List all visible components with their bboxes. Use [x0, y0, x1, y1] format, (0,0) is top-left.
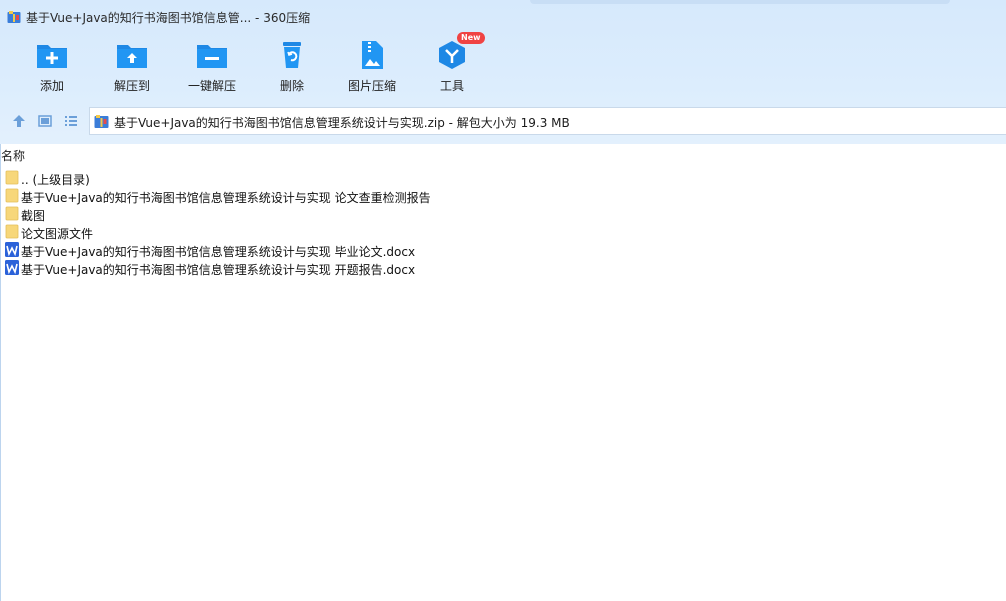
tools-button[interactable]: New 工具 — [412, 32, 492, 96]
window-top-strip — [530, 0, 950, 4]
list-item-name: 基于Vue+Java的知行书海图书馆信息管理系统设计与实现 论文查重检测报告 — [21, 191, 431, 205]
list-item[interactable]: .. (上级目录) — [1, 169, 481, 187]
file-list: .. (上级目录) 基于Vue+Java的知行书海图书馆信息管理系统设计与实现 … — [1, 169, 481, 277]
image-compress-icon — [362, 41, 383, 69]
tools-icon — [439, 41, 465, 69]
list-item[interactable]: 基于Vue+Java的知行书海图书馆信息管理系统设计与实现 论文查重检测报告 — [1, 187, 481, 205]
new-badge: New — [457, 32, 485, 44]
detail-view-icon[interactable] — [38, 114, 52, 128]
one-click-extract-icon — [197, 45, 227, 68]
extract-to-button[interactable]: 解压到 — [92, 36, 172, 96]
up-arrow-icon[interactable] — [12, 114, 26, 128]
list-item[interactable]: 截图 — [1, 205, 481, 223]
top-panel: 基于Vue+Java的知行书海图书馆信息管... - 360压缩 添加 解压到 — [0, 0, 1006, 144]
list-item[interactable]: 论文图源文件 — [1, 223, 481, 241]
add-folder-icon — [37, 45, 67, 68]
folder-icon — [5, 188, 19, 203]
delete-label: 删除 — [279, 79, 304, 93]
list-item-name: .. (上级目录) — [21, 173, 90, 187]
list-item-name: 基于Vue+Java的知行书海图书馆信息管理系统设计与实现 开题报告.docx — [21, 263, 416, 277]
folder-icon — [5, 206, 19, 221]
one-click-extract-button[interactable]: 一键解压 — [172, 36, 252, 96]
extract-to-label: 解压到 — [113, 79, 150, 93]
word-document-icon — [5, 242, 19, 257]
window-title: 基于Vue+Java的知行书海图书馆信息管... - 360压缩 — [26, 11, 311, 25]
archive-app-icon — [7, 10, 21, 24]
column-header-name[interactable]: 名称 — [1, 147, 25, 164]
tools-label: 工具 — [439, 79, 464, 93]
list-item-name: 论文图源文件 — [21, 227, 94, 241]
title-bar: 基于Vue+Java的知行书海图书馆信息管... - 360压缩 — [0, 0, 1006, 34]
list-item[interactable]: 基于Vue+Java的知行书海图书馆信息管理系统设计与实现 毕业论文.docx — [1, 241, 481, 259]
word-document-icon — [5, 260, 19, 275]
add-button[interactable]: 添加 — [12, 36, 92, 96]
add-label: 添加 — [39, 79, 64, 93]
folder-icon — [5, 224, 19, 239]
folder-icon — [5, 170, 19, 185]
address-bar[interactable]: 基于Vue+Java的知行书海图书馆信息管理系统设计与实现.zip - 解包大小… — [89, 107, 1006, 135]
toolbar: 添加 解压到 一键解压 删除 图片压缩 New 工具 — [0, 32, 700, 96]
list-view-icon[interactable] — [64, 114, 78, 128]
list-item-name: 截图 — [21, 209, 46, 223]
navigation-bar: 基于Vue+Java的知行书海图书馆信息管理系统设计与实现.zip - 解包大小… — [0, 106, 1006, 136]
zip-file-icon — [94, 114, 109, 129]
address-path: 基于Vue+Java的知行书海图书馆信息管理系统设计与实现.zip - 解包大小… — [114, 116, 570, 130]
image-compress-label: 图片压缩 — [347, 79, 396, 93]
image-compress-button[interactable]: 图片压缩 — [332, 36, 412, 96]
file-list-panel: 名称 .. (上级目录) 基于Vue+Java的知行书海图书馆信息管理系统设计与… — [0, 144, 1006, 601]
delete-button[interactable]: 删除 — [252, 36, 332, 96]
extract-to-icon — [117, 45, 147, 68]
list-item-name: 基于Vue+Java的知行书海图书馆信息管理系统设计与实现 毕业论文.docx — [21, 245, 416, 259]
recycle-bin-icon — [283, 42, 301, 68]
list-item[interactable]: 基于Vue+Java的知行书海图书馆信息管理系统设计与实现 开题报告.docx — [1, 259, 481, 277]
one-click-extract-label: 一键解压 — [187, 79, 236, 93]
